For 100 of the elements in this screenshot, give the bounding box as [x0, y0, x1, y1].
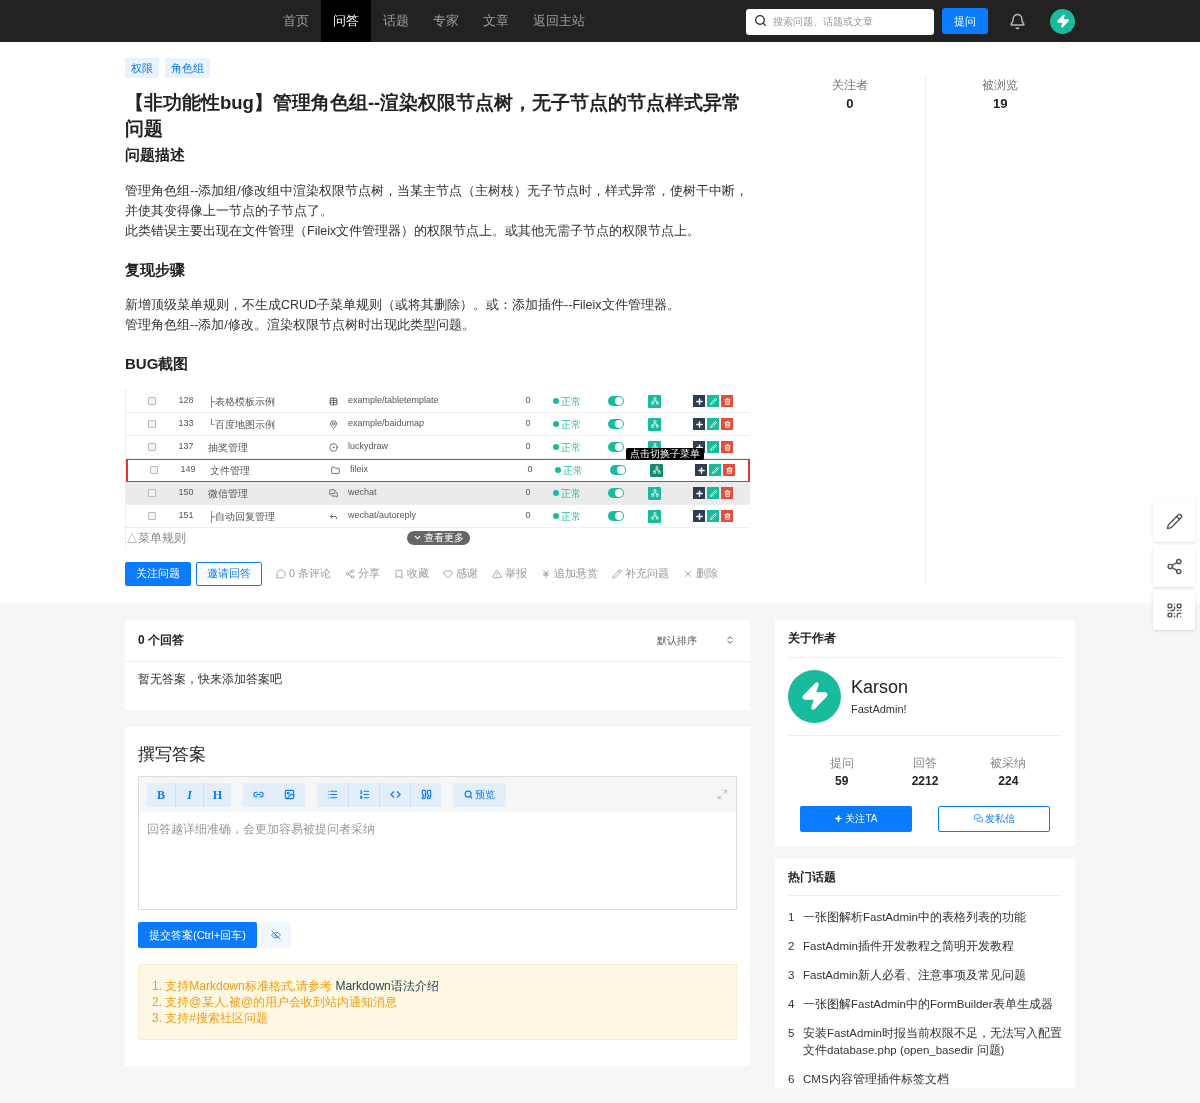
- table-icon: [328, 396, 338, 406]
- search-icon: [754, 14, 767, 27]
- numbered-list-button[interactable]: [348, 782, 379, 807]
- hide-button[interactable]: [260, 922, 291, 948]
- path-cell-text: example/tabletemplate: [348, 394, 440, 408]
- card-heading: 关于作者: [788, 619, 1062, 658]
- action-link[interactable]: 举报: [492, 565, 528, 582]
- paragraph: 此类错误主要出现在文件管理（Fileix文件管理器）的权限节点上。或其他无需子节点的权限节点上。: [125, 222, 702, 240]
- format-button[interactable]: H: [203, 782, 231, 807]
- rank-number: 4: [788, 996, 794, 1012]
- heart-icon: [443, 568, 454, 579]
- author-avatar[interactable]: [788, 669, 841, 723]
- delete-button[interactable]: [721, 510, 733, 522]
- pencil-icon: [709, 420, 717, 428]
- action-link[interactable]: 感谢: [443, 565, 479, 582]
- tree-icon: [650, 397, 659, 405]
- add-button[interactable]: [693, 418, 705, 430]
- bell-icon[interactable]: [1009, 12, 1026, 30]
- tag[interactable]: 角色组: [165, 58, 210, 78]
- toggle-switch[interactable]: [608, 488, 624, 498]
- delete-button[interactable]: [721, 418, 733, 430]
- topic-link[interactable]: CMS内容管理插件标签文档: [803, 1070, 1062, 1088]
- quote-button[interactable]: [410, 782, 441, 807]
- topic-link[interactable]: FastAdmin插件开发教程之简明开发教程: [803, 937, 1062, 955]
- author-name[interactable]: Karson: [851, 674, 909, 699]
- search-field[interactable]: 搜索问题、话题或文章: [746, 8, 934, 35]
- section-heading: BUG截图: [125, 354, 190, 374]
- checkbox[interactable]: [148, 443, 156, 451]
- qrcode-button[interactable]: [1153, 590, 1195, 630]
- toggle-switch[interactable]: [608, 396, 624, 406]
- action-link[interactable]: 删除: [683, 565, 719, 582]
- format-button[interactable]: B: [147, 782, 175, 807]
- rank-number: 2: [788, 938, 794, 954]
- submit-button[interactable]: 提交答案(Ctrl+回车): [138, 922, 257, 948]
- toggle-switch[interactable]: [608, 511, 624, 521]
- sort-select[interactable]: 默认排序: [657, 632, 735, 648]
- add-button[interactable]: [693, 395, 705, 407]
- action-link[interactable]: 追加悬赏: [541, 565, 599, 582]
- nav-link[interactable]: 返回主站: [521, 0, 597, 42]
- toggle-switch[interactable]: [610, 465, 626, 475]
- link-button[interactable]: [243, 782, 274, 807]
- action-link[interactable]: 收藏: [394, 565, 430, 582]
- delete-button[interactable]: [721, 395, 733, 407]
- action-link[interactable]: 补充问题: [612, 565, 670, 582]
- checkbox[interactable]: [148, 397, 156, 405]
- toggle-switch[interactable]: [608, 419, 624, 429]
- share-button[interactable]: [1153, 545, 1195, 587]
- pin-icon: [328, 419, 338, 429]
- follow-button[interactable]: 关注问题: [125, 561, 191, 586]
- add-button[interactable]: [695, 464, 707, 476]
- action-link[interactable]: 分享: [345, 565, 381, 582]
- code-button[interactable]: [379, 782, 410, 807]
- delete-button[interactable]: [721, 487, 733, 499]
- checkbox[interactable]: [148, 489, 156, 497]
- paragraph: 新增顶级菜单规则，不生成CRUD子菜单规则（或将其删除）。或：添加插件--Fileix文件管理器。: [125, 297, 681, 314]
- topic-link[interactable]: FastAdmin新人必看、注意事项及常见问题: [803, 966, 1062, 984]
- checkbox[interactable]: [150, 466, 158, 474]
- avatar[interactable]: [1050, 8, 1075, 34]
- topic-link[interactable]: 一张图解FastAdmin中的FormBuilder表单生成器: [803, 995, 1062, 1013]
- stat-value: 2212: [911, 772, 939, 790]
- ask-button[interactable]: 提问: [942, 8, 988, 34]
- write-button[interactable]: [1153, 500, 1195, 542]
- path-cell-text: luckydraw: [348, 440, 389, 454]
- markdown-link[interactable]: Markdown语法介绍: [335, 979, 439, 993]
- reply-icon: [328, 511, 338, 521]
- nav-link[interactable]: 文章: [471, 0, 521, 42]
- nav-link[interactable]: 话题: [371, 0, 421, 42]
- weigh-cell-text: 0: [524, 509, 532, 523]
- image-button[interactable]: [274, 782, 305, 807]
- id-cell-text: 137: [177, 440, 195, 454]
- delete-button[interactable]: [721, 441, 733, 453]
- list-button[interactable]: [317, 782, 348, 807]
- qrcode-icon: [1165, 601, 1183, 619]
- yen-icon: [541, 568, 552, 579]
- nav-link[interactable]: 首页: [271, 0, 321, 42]
- answer-field[interactable]: 回答越详细准确，会更加容易被提问者采纳: [138, 812, 737, 910]
- add-button[interactable]: [693, 510, 705, 522]
- nav-link[interactable]: 专家: [421, 0, 471, 42]
- follow-author-button[interactable]: 关注TA: [800, 805, 912, 832]
- preview-button[interactable]: 预览: [453, 782, 506, 807]
- expand-icon[interactable]: [717, 789, 728, 800]
- toggle-switch[interactable]: [608, 442, 624, 452]
- action-link[interactable]: 0 条评论: [276, 565, 332, 582]
- tag[interactable]: 权限: [125, 58, 159, 78]
- checkbox[interactable]: [148, 512, 156, 520]
- plus-icon: [696, 465, 706, 475]
- nav-link[interactable]: 问答: [321, 0, 371, 42]
- topic-link[interactable]: 一张图解析FastAdmin中的表格列表的功能: [803, 908, 1062, 926]
- delete-button[interactable]: [723, 464, 735, 476]
- link-icon: [253, 789, 264, 800]
- message-button[interactable]: 发私信: [938, 805, 1050, 832]
- plus-icon: [694, 511, 704, 521]
- more-button[interactable]: 查看更多: [406, 530, 470, 545]
- add-button[interactable]: [693, 487, 705, 499]
- write-title: 撰写答案: [138, 743, 207, 766]
- caption: △菜单规则: [126, 529, 187, 547]
- format-button[interactable]: I: [175, 782, 203, 807]
- topic-link[interactable]: 安装FastAdmin时报当前权限不足，无法写入配置文件database.php (open_basedir 问题): [803, 1024, 1062, 1059]
- checkbox[interactable]: [148, 420, 156, 428]
- invite-button[interactable]: 邀请回答: [196, 561, 262, 586]
